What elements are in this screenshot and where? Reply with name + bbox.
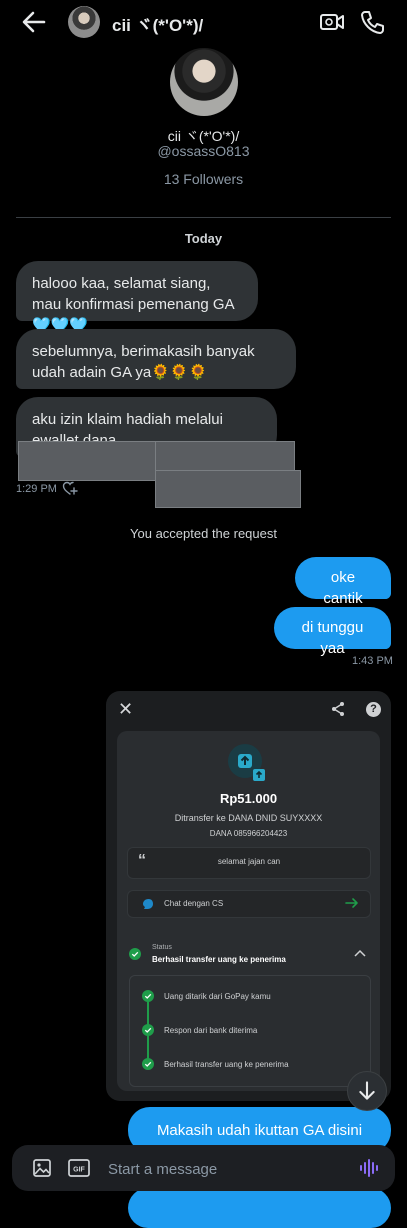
step-text: Respon dari bank diterima [164,1026,258,1035]
divider [16,217,391,218]
gif-icon[interactable]: GIF [68,1158,90,1178]
incoming-message[interactable]: halooo kaa, selamat siang, mau konfirmas… [16,261,258,334]
status-step: Uang ditarik dari GoPay kamu [130,990,370,1004]
video-call-icon[interactable] [318,8,346,36]
header-avatar[interactable] [68,6,100,38]
header-name[interactable]: cii ヾ(*'O'*)/ [112,11,203,36]
check-circle-icon [142,990,154,1002]
redacted-block [18,441,156,481]
step-text: Berhasil transfer uang ke penerima [164,1060,289,1069]
transfer-recipient: Ditransfer ke DANA DNID SUYXXXX [174,813,323,823]
phone-call-icon[interactable] [358,8,386,36]
help-icon: ? [366,702,381,717]
outgoing-message-partial [128,1188,391,1228]
message-composer: GIF [12,1145,395,1191]
voice-message-icon[interactable] [358,1157,380,1179]
transfer-account: DANA 085966204423 [209,829,288,838]
image-icon[interactable] [32,1158,52,1178]
profile-handle: @ossassO813 [157,143,250,159]
receipt-card: Rp51.000 Ditransfer ke DANA DNID SUYXXXX… [117,731,380,1091]
request-accepted-notice: You accepted the request [130,526,277,541]
chevron-up-icon [354,949,366,957]
chat-header: cii ヾ(*'O'*)/ [0,0,407,44]
share-icon [332,702,344,716]
note-text: selamat jajan can [217,857,281,866]
close-icon: ✕ [118,699,134,719]
chat-cs-row: Chat dengan CS [127,890,371,918]
step-text: Uang ditarik dari GoPay kamu [164,992,271,1001]
status-steps: Uang ditarik dari GoPay kamu Respon dari… [129,975,371,1087]
cs-label: Chat dengan CS [164,899,224,908]
outgoing-message[interactable]: oke cantik [295,557,391,607]
gif-label: GIF [73,1167,85,1174]
profile-followers: 13 Followers [163,171,244,187]
date-divider: Today [184,231,223,246]
message-input[interactable] [106,1157,350,1181]
cs-icon [143,899,153,909]
status-value: Berhasil transfer uang ke penerima [152,955,286,964]
check-circle-icon [142,1058,154,1070]
status-step: Berhasil transfer uang ke penerima [130,1058,370,1072]
profile-avatar[interactable] [170,48,238,116]
arrow-right-icon [345,898,358,908]
check-circle-icon [129,948,141,960]
add-reaction-icon[interactable] [62,480,78,496]
redacted-block [155,441,295,473]
transfer-note: “ selamat jajan can [127,847,371,879]
status-step: Respon dari bank diterima [130,1024,370,1038]
transfer-icon [228,744,265,781]
message-timestamp: 1:43 PM [352,655,393,667]
scroll-down-button[interactable] [347,1071,387,1111]
transfer-amount: Rp51.000 [219,791,278,806]
redacted-block [155,470,301,508]
status-label: Status [152,944,172,951]
outgoing-message[interactable]: di tunggu yaa [274,607,391,657]
back-arrow-icon[interactable] [18,8,48,36]
incoming-message[interactable]: sebelumnya, berimakasih banyak udah adai… [16,329,296,389]
receipt-image[interactable]: ✕ ? Rp51.000 Ditransfer ke DANA DNID SUY… [106,691,391,1101]
check-circle-icon [142,1024,154,1036]
message-timestamp: 1:29 PM [16,483,57,495]
